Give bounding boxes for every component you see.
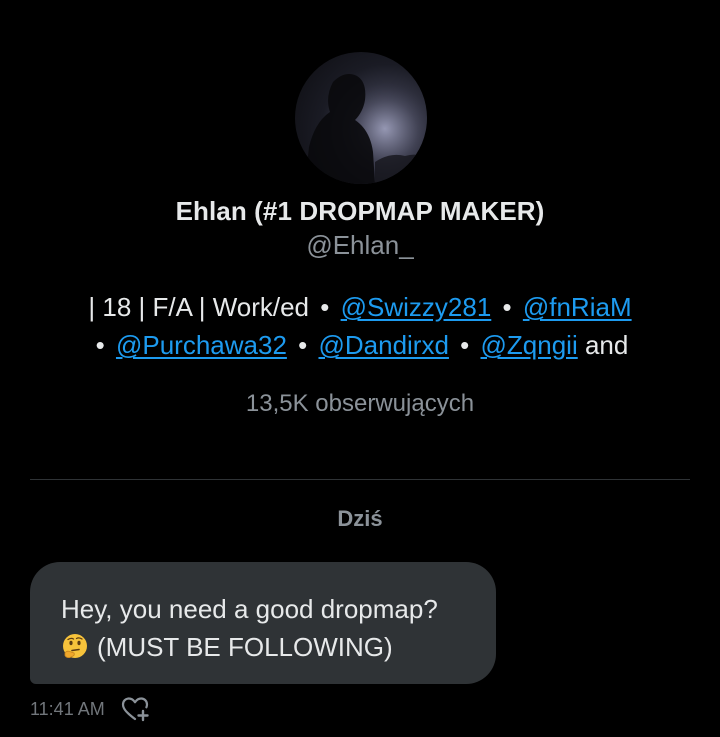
bio-separator: •: [95, 330, 105, 360]
message-timestamp: 11:41 AM: [30, 698, 105, 719]
message-text: (MUST BE FOLLOWING): [97, 632, 393, 662]
mention-link[interactable]: @Swizzy281: [341, 292, 492, 322]
profile-handle[interactable]: @Ehlan_: [0, 230, 720, 261]
followers-count[interactable]: 13,5K obserwujących: [0, 390, 720, 418]
add-reaction-heart-icon[interactable]: [121, 695, 151, 723]
profile-avatar[interactable]: [295, 52, 427, 184]
bio-separator: •: [460, 330, 470, 360]
bio-separator: •: [298, 330, 308, 360]
bio-separator: •: [502, 292, 512, 322]
bio-text: and: [584, 330, 629, 360]
mention-link[interactable]: @Dandirxd: [318, 330, 448, 360]
message-meta: 11:41 AM: [30, 694, 151, 724]
mention-link[interactable]: @fnRiaM: [523, 292, 632, 322]
message-text-line: Hey, you need a good dropmap?: [61, 594, 438, 624]
mention-link[interactable]: @Zqngii: [481, 330, 578, 360]
message-bubble[interactable]: Hey, you need a good dropmap? (MUST BE F…: [30, 562, 496, 684]
bio-separator: •: [320, 292, 330, 322]
divider: [30, 479, 690, 480]
avatar-image: [295, 52, 427, 184]
mention-link[interactable]: @Purchawa32: [116, 330, 287, 360]
thinking-face-icon: [61, 633, 89, 661]
bio-text: | 18 | F/A | Work/ed: [88, 292, 310, 322]
message-text-line: (MUST BE FOLLOWING): [61, 628, 468, 666]
display-name: Ehlan (#1 DROPMAP MAKER): [175, 196, 545, 226]
profile-bio: | 18 | F/A | Work/ed • @Swizzy281 • @fnR…: [60, 288, 660, 364]
day-separator: Dziś: [337, 506, 383, 531]
